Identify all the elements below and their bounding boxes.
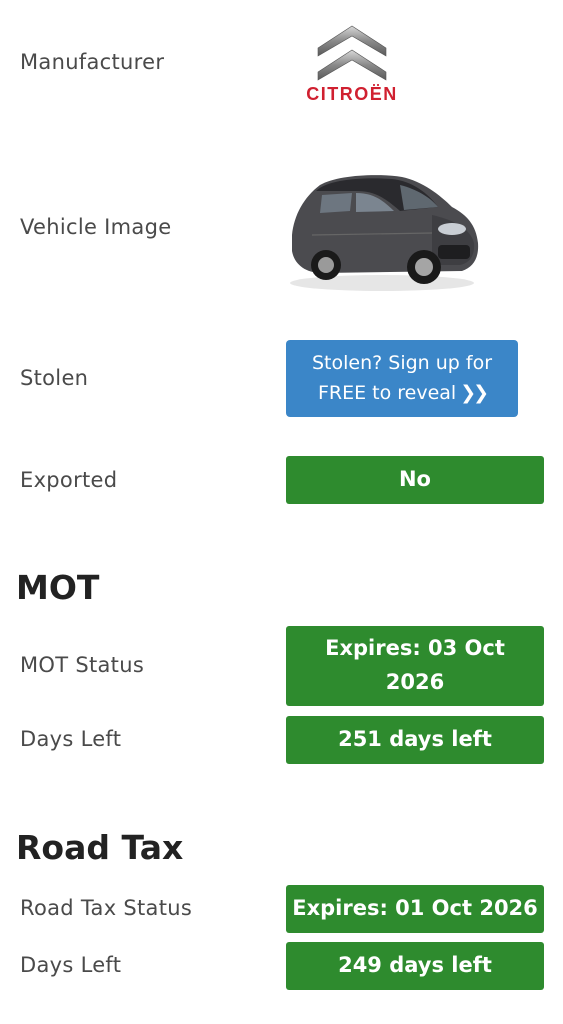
vehicle-image-label: Vehicle Image	[20, 215, 172, 239]
mot-heading: MOT	[16, 568, 100, 607]
mot-status-line2: 2026	[385, 670, 445, 694]
manufacturer-label: Manufacturer	[20, 50, 165, 74]
stolen-button-line1: Stolen? Sign up for	[311, 352, 493, 375]
road-tax-status-label: Road Tax Status	[20, 896, 193, 920]
road-tax-days-left-badge: 249 days left	[286, 942, 544, 990]
mot-days-left-badge: 251 days left	[286, 716, 544, 764]
exported-badge: No	[286, 456, 544, 504]
citroen-logo-icon: CITROËN	[290, 20, 414, 110]
mot-status-badge: Expires: 03 Oct 2026	[286, 626, 544, 706]
car-image-icon	[282, 165, 482, 295]
road-tax-heading: Road Tax	[16, 828, 184, 867]
stolen-button-line2-wrap: FREE to reveal ❯❯	[317, 379, 489, 408]
road-tax-days-left-label: Days Left	[20, 953, 122, 977]
mot-status-label: MOT Status	[20, 653, 145, 677]
stolen-button-line2: FREE to reveal	[317, 381, 457, 404]
mot-status-line1: Expires: 03 Oct	[325, 636, 505, 661]
brand-text: CITROËN	[306, 84, 398, 104]
stolen-reveal-button[interactable]: Stolen? Sign up for FREE to reveal ❯❯	[286, 340, 518, 417]
road-tax-status-badge: Expires: 01 Oct 2026	[286, 885, 544, 933]
stolen-label: Stolen	[20, 366, 89, 390]
double-chevron-right-icon: ❯❯	[460, 381, 489, 404]
mot-days-left-label: Days Left	[20, 727, 122, 751]
exported-label: Exported	[20, 468, 118, 492]
